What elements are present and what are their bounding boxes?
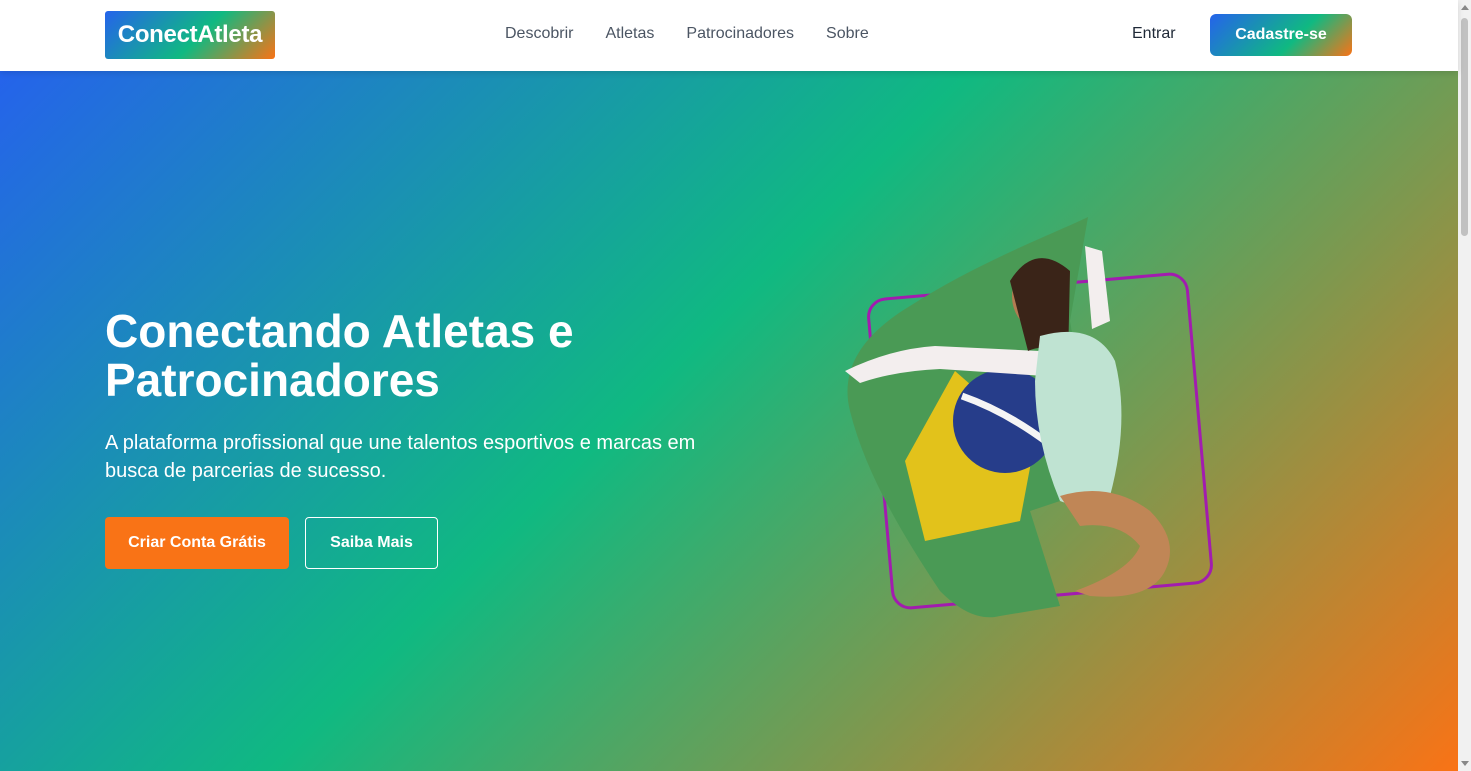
athlete-leg	[1060, 491, 1170, 597]
login-link[interactable]: Entrar	[1132, 24, 1176, 44]
page-scrollbar[interactable]	[1458, 0, 1471, 771]
athlete-arm-right	[1085, 246, 1110, 329]
logo[interactable]: ConectAtleta	[105, 11, 275, 59]
create-account-button[interactable]: Criar Conta Grátis	[105, 517, 289, 569]
scroll-down-icon[interactable]	[1461, 761, 1469, 766]
nav-link-sobre[interactable]: Sobre	[826, 24, 869, 44]
main-nav: Descobrir Atletas Patrocinadores Sobre	[505, 24, 869, 44]
nav-link-atletas[interactable]: Atletas	[605, 24, 654, 44]
learn-more-button[interactable]: Saiba Mais	[305, 517, 438, 569]
nav-link-descobrir[interactable]: Descobrir	[505, 24, 573, 44]
site-header: ConectAtleta Descobrir Atletas Patrocina…	[0, 0, 1458, 71]
hero-subtitle: A plataforma profissional que une talent…	[105, 432, 696, 482]
scroll-thumb[interactable]	[1461, 18, 1468, 236]
hero-title: Conectando Atletas e Patrocinadores	[105, 305, 574, 406]
athlete-with-flag-image	[830, 211, 1220, 641]
nav-link-patrocinadores[interactable]: Patrocinadores	[686, 24, 794, 44]
hero-section: Conectando Atletas e Patrocinadores A pl…	[0, 71, 1458, 771]
scroll-up-icon[interactable]	[1461, 5, 1469, 10]
signup-button[interactable]: Cadastre-se	[1210, 14, 1352, 56]
